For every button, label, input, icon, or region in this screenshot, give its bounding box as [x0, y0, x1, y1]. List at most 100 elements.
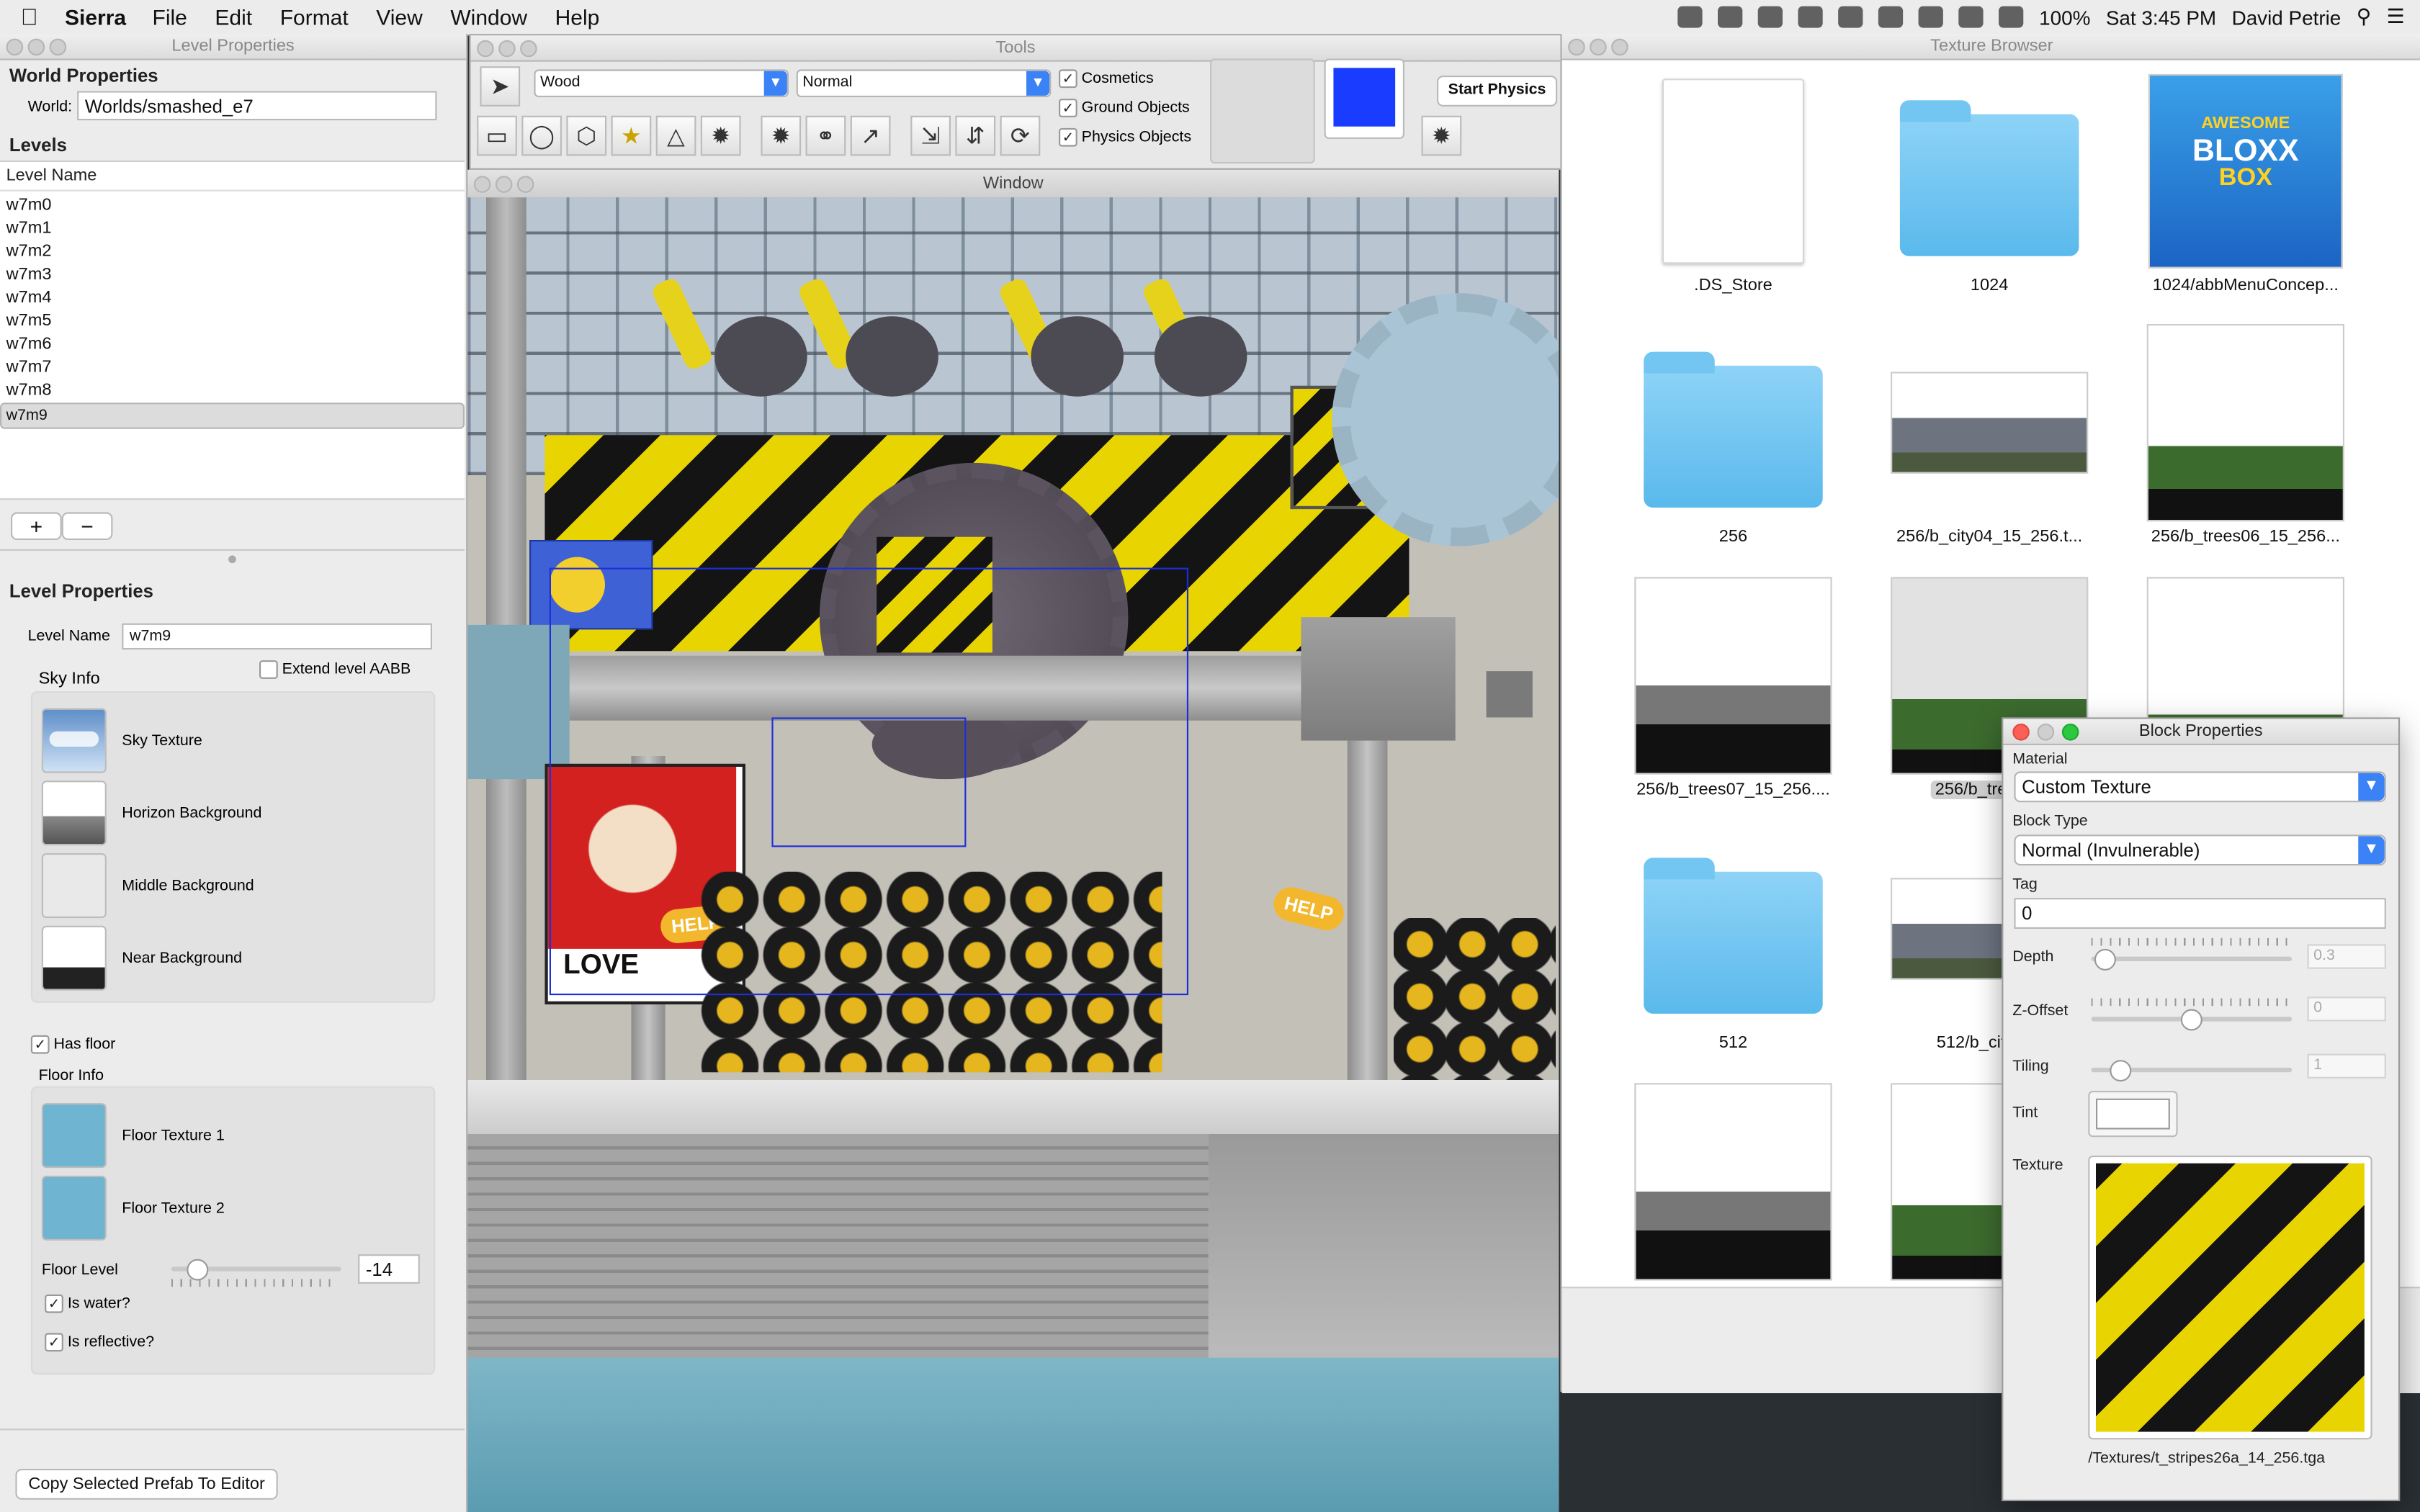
triangle-tool-icon[interactable]: △	[655, 115, 696, 156]
texture-tile[interactable]: .DS_Store	[1618, 73, 1849, 294]
minimize-button[interactable]	[498, 40, 516, 58]
is-water-checkbox[interactable]: ✓ Is water?	[45, 1294, 130, 1313]
is-reflective-checkbox[interactable]: ✓ Is reflective?	[45, 1333, 154, 1352]
floor-level-slider[interactable]	[171, 1259, 341, 1281]
texture-tile[interactable]: 512	[1618, 830, 1849, 1052]
menu-file[interactable]: File	[138, 4, 201, 29]
zoom-button[interactable]	[520, 40, 537, 58]
extend-aabb-checkbox[interactable]: Extend level AABB	[259, 660, 411, 679]
middle-background-thumbnail[interactable]	[41, 853, 107, 918]
menu-view[interactable]: View	[362, 4, 436, 29]
ground-objects-checkbox[interactable]: ✓ Ground Objects	[1059, 99, 1190, 117]
floor-level-field[interactable]	[358, 1254, 420, 1284]
mode-select[interactable]: Normal ▼	[796, 69, 1052, 97]
texture-tile[interactable]: 1024	[1873, 73, 2105, 294]
cosmetics-checkbox[interactable]: ✓ Cosmetics	[1059, 69, 1154, 89]
menu-help[interactable]: Help	[541, 4, 613, 29]
star-tool-icon[interactable]: ★	[611, 115, 652, 156]
start-physics-button[interactable]: Start Physics	[1436, 76, 1558, 107]
sky-texture-thumbnail[interactable]	[41, 708, 107, 773]
texture-tile[interactable]: 256/b_trees06_15_256...	[2130, 324, 2361, 546]
minimize-button[interactable]	[27, 38, 45, 56]
near-background-thumbnail[interactable]	[41, 925, 107, 991]
close-button[interactable]	[473, 176, 491, 193]
apple-menu-icon[interactable]: 	[0, 4, 58, 30]
table-row-selected[interactable]: w7m9	[0, 402, 465, 429]
zoffset-slider[interactable]	[2091, 1009, 2293, 1031]
zoffset-field[interactable]: 0	[2307, 996, 2386, 1022]
checkmark-icon[interactable]: ✓	[30, 1035, 50, 1054]
texture-tile[interactable]: AWESOME BLOXX BOX 1024/abbMenuConcep...	[2130, 73, 2361, 294]
slider-knob[interactable]	[2094, 948, 2116, 971]
slider-knob[interactable]	[2110, 1060, 2132, 1082]
notification-center-icon[interactable]: ☰	[2387, 4, 2405, 29]
zoom-button[interactable]	[516, 176, 534, 193]
checkbox-icon[interactable]	[259, 660, 278, 679]
world-field[interactable]	[77, 91, 437, 121]
tag-field[interactable]	[2014, 898, 2386, 929]
material-select[interactable]: Wood ▼	[534, 69, 789, 97]
checkmark-icon[interactable]: ✓	[1059, 127, 1077, 147]
table-row[interactable]: w7m7	[0, 356, 465, 379]
depth-slider[interactable]	[2091, 948, 2293, 971]
gear-tool-icon[interactable]: ✹	[700, 115, 741, 156]
texture-tile[interactable]: 256/b_city04_15_256.t...	[1873, 324, 2105, 546]
slider-knob[interactable]	[187, 1259, 209, 1281]
close-button[interactable]	[477, 40, 494, 58]
texture-well[interactable]	[2088, 1156, 2372, 1440]
chevron-down-icon[interactable]: ▼	[2358, 773, 2385, 801]
joint-tool-icon[interactable]: ⇲	[910, 115, 951, 156]
checkmark-icon[interactable]: ✓	[1059, 69, 1077, 89]
chevron-down-icon[interactable]: ▼	[763, 71, 787, 96]
close-button[interactable]	[2012, 723, 2030, 741]
volume-icon[interactable]	[1958, 6, 1984, 28]
depth-field[interactable]: 0.3	[2307, 944, 2386, 969]
user-name[interactable]: David Petrie	[2232, 6, 2341, 29]
chevron-down-icon[interactable]: ▼	[1026, 71, 1050, 96]
table-row[interactable]: w7m2	[0, 240, 465, 264]
texture-tile[interactable]: 256	[1618, 324, 1849, 546]
checkmark-icon[interactable]: ✓	[45, 1294, 63, 1313]
close-button[interactable]	[1568, 38, 1585, 56]
app-menu[interactable]: Sierra	[58, 4, 138, 29]
zoom-button[interactable]	[1611, 38, 1628, 56]
horizon-background-thumbnail[interactable]	[41, 780, 107, 846]
wifi-icon[interactable]	[1999, 6, 2024, 28]
menu-edit[interactable]: Edit	[201, 4, 266, 29]
selection-bounds-inner[interactable]	[771, 717, 967, 847]
checkmark-icon[interactable]: ✓	[45, 1333, 63, 1352]
table-row[interactable]: w7m8	[0, 379, 465, 402]
floor-texture-1-thumbnail[interactable]	[41, 1103, 107, 1169]
battery-status[interactable]: 100%	[2039, 6, 2090, 29]
table-row[interactable]: w7m5	[0, 310, 465, 333]
checkmark-icon[interactable]: ✓	[1059, 99, 1077, 117]
bluetooth-icon[interactable]	[1919, 6, 1944, 28]
floor-texture-2-thumbnail[interactable]	[41, 1175, 107, 1241]
clock[interactable]: Sat 3:45 PM	[2106, 6, 2216, 29]
rotate-tool-icon[interactable]: ⟳	[1000, 115, 1041, 156]
minimize-button[interactable]	[1590, 38, 1607, 56]
add-level-button[interactable]: +	[11, 512, 62, 540]
sync-icon[interactable]	[1758, 6, 1783, 28]
remove-level-button[interactable]: −	[61, 512, 113, 540]
table-row[interactable]: w7m1	[0, 217, 465, 240]
circle-tool-icon[interactable]: ◯	[521, 115, 562, 156]
hexagon-tool-icon[interactable]: ⬡	[566, 115, 607, 156]
spotlight-search-icon[interactable]: ⚲	[2357, 4, 2371, 29]
tint-color-well[interactable]	[2088, 1091, 2178, 1138]
table-row[interactable]: w7m0	[0, 194, 465, 217]
zoom-button[interactable]	[49, 38, 67, 56]
arrow-tool-icon[interactable]: ➤	[480, 66, 521, 107]
zoom-button[interactable]	[2061, 723, 2079, 741]
copy-prefab-button[interactable]: Copy Selected Prefab To Editor	[15, 1468, 278, 1500]
levels-table[interactable]: Level Name w7m0 w7m1 w7m2 w7m3 w7m4 w7m5…	[0, 160, 465, 500]
texture-tile[interactable]: 256/b_trees07_15_256....	[1618, 577, 1849, 799]
level-name-field[interactable]	[122, 623, 432, 650]
stairs-tool-icon[interactable]: ↗	[850, 115, 891, 156]
creative-cloud-icon[interactable]	[1677, 6, 1703, 28]
table-row[interactable]: w7m4	[0, 287, 465, 310]
level-name-column-header[interactable]: Level Name	[0, 162, 465, 192]
game-viewport[interactable]: Window LOVE HELP HELP	[467, 169, 1559, 1512]
minimize-button[interactable]	[2037, 723, 2055, 741]
texture-preview-well[interactable]	[1210, 58, 1315, 164]
